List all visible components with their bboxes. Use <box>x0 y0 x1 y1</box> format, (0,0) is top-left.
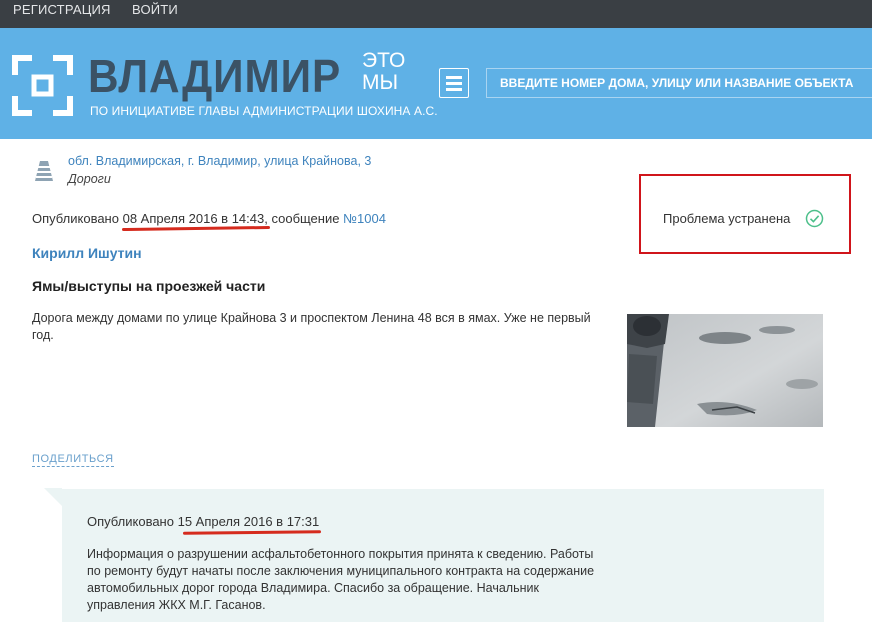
message-prefix: , сообщение <box>264 211 344 226</box>
published-prefix: Опубликовано <box>32 211 123 226</box>
register-link[interactable]: РЕГИСТРАЦИЯ <box>13 0 111 28</box>
reply-published-date: 15 Апреля 2016 в 17:31 <box>177 514 320 529</box>
reply-bubble-tail <box>44 488 62 506</box>
reply-publication-info: Опубликовано 15 Апреля 2016 в 17:31 <box>87 514 319 529</box>
road-photo[interactable] <box>627 314 823 427</box>
date-underline-annotation <box>121 225 271 232</box>
site-header: ВЛАДИМИР ЭТО МЫ ПО ИНИЦИАТИВЕ ГЛАВЫ АДМИ… <box>0 28 872 139</box>
brand-suffix-bottom: МЫ <box>362 71 399 94</box>
road-icon <box>35 161 53 181</box>
bracket-frame-logo-icon[interactable] <box>12 55 73 116</box>
issue-address-link[interactable]: обл. Владимирская, г. Владимир, улица Кр… <box>68 154 371 168</box>
brand-subtitle: ПО ИНИЦИАТИВЕ ГЛАВЫ АДМИНИСТРАЦИИ ШОХИНА… <box>90 104 438 118</box>
reply-body: Информация о разрушении асфальтобетонног… <box>87 547 595 612</box>
brand-suffix-top: ЭТО <box>362 49 406 72</box>
issue-body: Дорога между домами по улице Крайнова 3 … <box>32 311 591 342</box>
login-link[interactable]: ВОЙТИ <box>132 0 178 28</box>
top-bar: РЕГИСТРАЦИЯ ВОЙТИ <box>0 0 872 28</box>
issue-category: Дороги <box>68 172 111 186</box>
published-date: 08 Апреля 2016 в 14:43 <box>122 211 265 226</box>
check-circle-icon <box>805 209 824 228</box>
share-link[interactable]: ПОДЕЛИТЬСЯ <box>32 453 114 467</box>
brand-title[interactable]: ВЛАДИМИР <box>88 51 341 101</box>
publication-info: Опубликовано 08 Апреля 2016 в 14:43, соо… <box>32 211 386 226</box>
hamburger-menu-icon[interactable] <box>439 68 469 98</box>
author-link[interactable]: Кирилл Ишутин <box>32 245 142 261</box>
status-text: Проблема устранена <box>663 211 791 226</box>
issue-title: Ямы/выступы на проезжей части <box>32 278 266 294</box>
reply-published-prefix: Опубликовано <box>87 514 178 529</box>
search-input[interactable] <box>486 68 872 98</box>
message-number-link[interactable]: №1004 <box>343 211 386 226</box>
